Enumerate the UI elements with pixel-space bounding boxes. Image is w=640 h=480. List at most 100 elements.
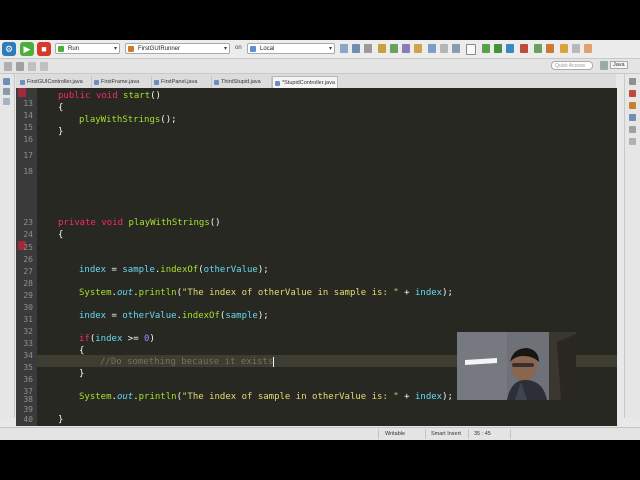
javadoc-icon[interactable] <box>629 114 636 121</box>
nav-icon[interactable] <box>4 62 12 71</box>
pin-icon[interactable] <box>452 44 460 53</box>
code-line: { <box>58 230 64 240</box>
external-tools-icon[interactable] <box>482 44 490 53</box>
line-number: 40 <box>23 415 33 424</box>
back-nav-icon[interactable] <box>28 62 36 71</box>
tab-label: FirstGUIController.java <box>27 79 83 85</box>
line-number: 18 <box>23 167 33 176</box>
webcam-overlay <box>457 332 576 400</box>
java-file-icon <box>94 80 99 85</box>
line-number: 14 <box>23 111 33 120</box>
run-last-icon[interactable] <box>494 44 502 53</box>
java-file-icon <box>20 80 25 85</box>
launch-target-icon <box>128 46 134 52</box>
status-divider <box>510 429 511 439</box>
perspective-open-icon[interactable] <box>600 61 608 70</box>
code-line: } <box>58 127 64 137</box>
package-explorer-icon[interactable] <box>3 78 10 85</box>
tab-label: FirstFrame.java <box>101 79 140 85</box>
run-config-select[interactable]: Run ▾ <box>55 43 120 54</box>
line-number: 13 <box>23 99 33 108</box>
line-number: 25 <box>23 243 33 252</box>
tab-stupid-controller[interactable]: *StupidController.java ✕ <box>272 76 338 98</box>
chevron-down-icon: ▾ <box>223 46 227 52</box>
code-line: index = sample.indexOf(otherValue); <box>79 265 269 275</box>
run-icon[interactable]: ▶ <box>20 42 34 56</box>
code-line: } <box>79 369 85 379</box>
computer-icon <box>250 46 256 52</box>
block-select-icon[interactable] <box>466 44 476 55</box>
code-line: { <box>79 346 85 356</box>
launch-target-select[interactable]: FirstGUIRunner ▾ <box>125 43 230 54</box>
print-icon[interactable] <box>364 44 372 53</box>
code-line: index = otherValue.indexOf(sample); <box>79 311 269 321</box>
tasks-icon[interactable] <box>629 90 636 97</box>
status-writable: Writable <box>385 431 406 437</box>
declaration-icon[interactable] <box>629 126 636 133</box>
new-class-icon[interactable] <box>546 44 554 53</box>
problems-icon[interactable] <box>629 102 636 109</box>
java-perspective-button[interactable]: Java <box>610 61 628 69</box>
webcam-image <box>457 332 576 400</box>
tab-label: FirstPanel.java <box>161 79 198 85</box>
open-type-icon[interactable] <box>378 44 386 53</box>
back-icon[interactable] <box>572 44 580 53</box>
new-package-icon[interactable] <box>534 44 542 53</box>
tab-label: ThirdStupid.java <box>221 79 261 85</box>
status-insert-mode: Smart Insert <box>431 431 461 437</box>
tab-label: *StupidController.java <box>282 80 335 86</box>
outline-icon[interactable] <box>3 98 10 105</box>
save-icon[interactable] <box>352 44 360 53</box>
wrench-icon[interactable]: ⚙ <box>2 42 16 56</box>
java-file-icon <box>214 80 219 85</box>
debug-icon[interactable] <box>390 44 398 53</box>
launch-location-select[interactable]: Local ▾ <box>247 43 335 54</box>
code-line: System.out.println("The index of otherVa… <box>79 288 453 298</box>
java-file-icon <box>154 80 159 85</box>
coverage-icon[interactable] <box>506 44 514 53</box>
history-icon[interactable] <box>16 62 24 71</box>
tab-third-stupid[interactable]: ThirdStupid.java <box>212 76 272 88</box>
line-number: 35 <box>23 363 33 372</box>
left-trim-bar <box>0 74 15 418</box>
open-folder-icon[interactable] <box>560 44 568 53</box>
line-number: 16 <box>23 135 33 144</box>
line-number: 36 <box>23 375 33 384</box>
line-number: 38 <box>23 395 33 404</box>
line-number: 15 <box>23 123 33 132</box>
secondary-toolbar: Quick Access Java <box>0 59 640 74</box>
java-file-icon <box>275 81 280 86</box>
forward-nav-icon[interactable] <box>40 62 48 71</box>
restore-icon[interactable] <box>629 78 636 85</box>
quick-access-input[interactable]: Quick Access <box>551 61 593 70</box>
run-config-value: Run <box>68 46 80 52</box>
line-number: 39 <box>23 405 33 414</box>
annotation-icon[interactable] <box>414 44 422 53</box>
launch-location-value: Local <box>260 46 275 52</box>
search-icon[interactable] <box>402 44 410 53</box>
code-line: } <box>58 415 64 425</box>
code-line: playWithStrings(); <box>79 115 177 125</box>
status-divider <box>425 429 426 439</box>
new-java-icon[interactable] <box>520 44 528 53</box>
tab-first-gui-controller[interactable]: FirstGUIController.java <box>18 76 92 88</box>
new-icon[interactable] <box>340 44 348 53</box>
tab-first-frame[interactable]: FirstFrame.java <box>92 76 152 88</box>
text-cursor <box>273 356 275 367</box>
status-divider <box>378 429 379 439</box>
toggle-icon[interactable] <box>440 44 448 53</box>
tab-first-panel[interactable]: FirstPanel.java <box>152 76 212 88</box>
line-number: 27 <box>23 267 33 276</box>
console-icon[interactable] <box>629 138 636 145</box>
code-line: private void playWithStrings() <box>58 218 221 228</box>
stop-icon[interactable]: ■ <box>37 42 51 56</box>
line-number: 32 <box>23 327 33 336</box>
line-number-gutter: 13 14 15 16 17 18 23 24 25 26 27 28 29 3… <box>16 88 37 426</box>
status-divider <box>468 429 469 439</box>
launch-target-value: FirstGUIRunner <box>138 46 181 52</box>
edit-icon[interactable] <box>428 44 436 53</box>
line-number: 30 <box>23 303 33 312</box>
line-number: 28 <box>23 279 33 288</box>
hierarchy-icon[interactable] <box>3 88 10 95</box>
forward-icon[interactable] <box>584 44 592 53</box>
